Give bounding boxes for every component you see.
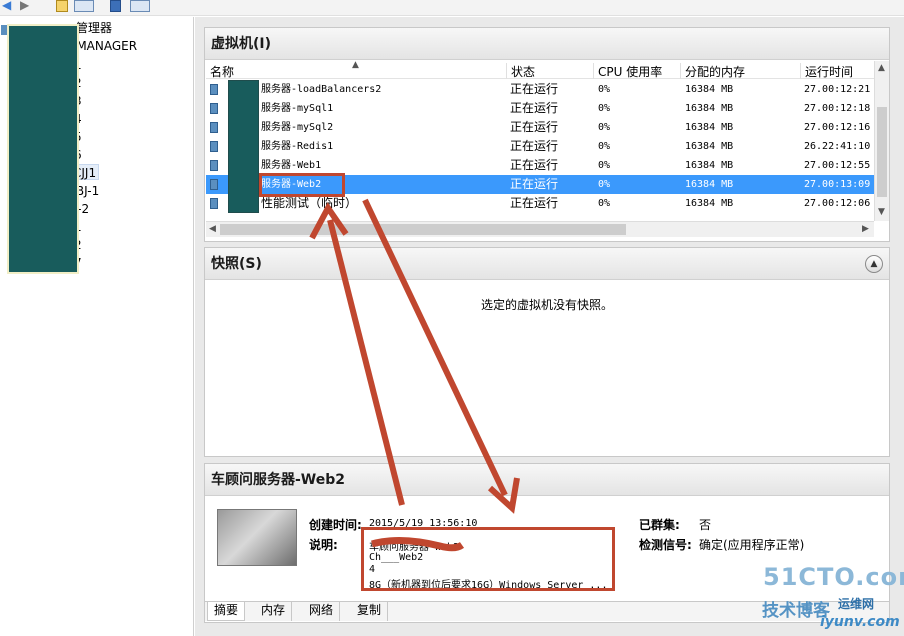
action-pane-icon[interactable] xyxy=(130,0,150,12)
cluster-value: 否 xyxy=(699,518,712,532)
column-header-cpu[interactable]: CPU 使用率 xyxy=(593,63,662,79)
watermark-text: 51CTO.com xyxy=(763,563,904,591)
vm-icon xyxy=(210,198,218,209)
vm-status: 正在运行 xyxy=(510,158,559,172)
column-header-status[interactable]: 状态 xyxy=(506,63,535,79)
heartbeat-value: 确定(应用程序正常) xyxy=(699,538,805,552)
vm-cpu: 0% xyxy=(598,84,611,95)
vm-status: 正在运行 xyxy=(510,82,559,96)
vm-cpu: 0% xyxy=(598,160,611,171)
heartbeat-label: 检测信号: xyxy=(639,538,692,552)
scroll-thumb[interactable] xyxy=(220,224,626,235)
vm-icon xyxy=(210,141,218,152)
console-tree: 管理器 -MANAGER 1 2 3 4 5 6 CJJ1 -BJ-1 J-2 … xyxy=(0,17,194,636)
vm-cpu: 0% xyxy=(598,141,611,152)
scroll-right-icon[interactable]: ▶ xyxy=(862,224,869,234)
tree-item-manager[interactable]: -MANAGER xyxy=(72,38,137,54)
vm-status: 正在运行 xyxy=(510,139,559,153)
vm-uptime: 27.00:12:16 xyxy=(804,122,871,133)
help-icon[interactable] xyxy=(110,0,121,12)
console-tree-icon[interactable] xyxy=(74,0,94,12)
vm-row[interactable]: 服务器-Redis1 正在运行 0% 16384 MB 26.22:41:10 xyxy=(206,137,874,156)
vm-thumbnail[interactable] xyxy=(217,509,297,566)
vm-cpu: 0% xyxy=(598,122,611,133)
tab-memory[interactable]: 内存 xyxy=(255,602,293,621)
redaction-block xyxy=(7,24,79,274)
vm-name: 服务器-Redis1 xyxy=(261,141,334,152)
vm-row[interactable]: 服务器-mySql2 正在运行 0% 16384 MB 27.00:12:16 xyxy=(206,118,874,137)
scroll-up-icon[interactable]: ▲ xyxy=(878,63,885,73)
empty-message: 选定的虚拟机没有快照。 xyxy=(480,298,613,312)
toolbar: ◀ ▶ xyxy=(0,0,904,16)
back-arrow-icon[interactable]: ◀ xyxy=(2,0,16,12)
vm-row[interactable]: 服务器-mySql1 正在运行 0% 16384 MB 27.00:12:18 xyxy=(206,99,874,118)
vm-status: 正在运行 xyxy=(510,177,559,191)
vm-uptime: 26.22:41:10 xyxy=(804,141,871,152)
vm-uptime: 27.00:12:55 xyxy=(804,160,871,171)
vm-row[interactable]: 服务器-loadBalancers2 正在运行 0% 16384 MB 27.0… xyxy=(206,80,874,99)
vm-name: 服务器-mySql1 xyxy=(261,103,334,114)
annotation-box xyxy=(259,173,345,197)
tab-network[interactable]: 网络 xyxy=(303,602,341,621)
description-label: 说明: xyxy=(309,538,338,552)
vm-icon xyxy=(210,122,218,133)
panel-title: 虚拟机(I) xyxy=(205,28,889,60)
column-header-name[interactable]: 名称 xyxy=(206,63,234,79)
vm-uptime: 27.00:12:06 xyxy=(804,198,871,209)
vm-status: 正在运行 xyxy=(510,196,559,210)
watermark-text: iyunv.com xyxy=(820,614,900,630)
vm-uptime: 27.00:12:18 xyxy=(804,103,871,114)
vm-status: 正在运行 xyxy=(510,101,559,115)
created-label: 创建时间: xyxy=(309,518,362,532)
vm-icon xyxy=(210,84,218,95)
horizontal-scrollbar[interactable]: ◀ ▶ xyxy=(206,221,874,237)
vm-uptime: 27.00:12:21 xyxy=(804,84,871,95)
vm-memory: 16384 MB xyxy=(685,198,734,209)
cluster-label: 已群集: xyxy=(639,518,680,532)
vm-icon xyxy=(210,103,218,114)
column-header-memory[interactable]: 分配的内存 xyxy=(680,63,745,79)
vm-memory: 16384 MB xyxy=(685,103,734,114)
vm-icon xyxy=(210,179,218,190)
scroll-down-icon[interactable]: ▼ xyxy=(878,207,885,217)
vm-cpu: 0% xyxy=(598,198,611,209)
vertical-scrollbar[interactable]: ▲ ▼ xyxy=(874,61,889,221)
virtual-machines-panel: 虚拟机(I) 名称 ▲ 状态 CPU 使用率 分配的内存 运行时间 服务器-lo… xyxy=(204,27,890,242)
vm-memory: 16384 MB xyxy=(685,141,734,152)
panel-title: 车顾问服务器-Web2 xyxy=(205,464,889,496)
vm-memory: 16384 MB xyxy=(685,84,734,95)
forward-arrow-icon[interactable]: ▶ xyxy=(20,0,34,12)
collapse-icon[interactable]: ▲ xyxy=(865,255,883,273)
vm-icon xyxy=(210,160,218,171)
vm-status: 正在运行 xyxy=(510,120,559,134)
vm-memory: 16384 MB xyxy=(685,179,734,190)
column-header-uptime[interactable]: 运行时间 xyxy=(800,63,853,79)
tree-item-root[interactable]: 管理器 xyxy=(76,20,112,36)
vm-grid-header: 名称 ▲ 状态 CPU 使用率 分配的内存 运行时间 xyxy=(206,60,874,79)
vm-memory: 16384 MB xyxy=(685,160,734,171)
tab-replication[interactable]: 复制 xyxy=(351,602,389,621)
vm-name: 服务器-loadBalancers2 xyxy=(261,84,382,95)
vm-uptime: 27.00:13:09 xyxy=(804,179,871,190)
annotation-box xyxy=(361,527,615,591)
sort-asc-icon: ▲ xyxy=(352,60,359,70)
panel-title: 快照(S) xyxy=(205,248,889,280)
tab-summary[interactable]: 摘要 xyxy=(207,602,246,621)
watermark-text: 运维网 xyxy=(838,597,875,611)
folder-up-icon[interactable] xyxy=(56,0,68,12)
redaction-block xyxy=(228,80,259,213)
scroll-thumb[interactable] xyxy=(877,107,887,197)
scroll-left-icon[interactable]: ◀ xyxy=(209,224,216,234)
vm-memory: 16384 MB xyxy=(685,122,734,133)
vm-name: 服务器-mySql2 xyxy=(261,122,334,133)
vm-cpu: 0% xyxy=(598,103,611,114)
snapshots-panel: 快照(S) ▲ 选定的虚拟机没有快照。 xyxy=(204,247,890,457)
vm-cpu: 0% xyxy=(598,179,611,190)
